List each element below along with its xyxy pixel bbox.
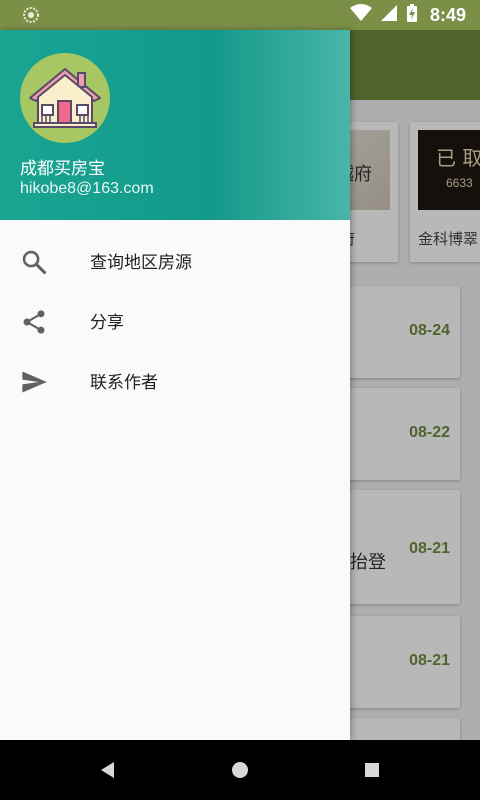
wifi-icon [349, 4, 372, 26]
send-icon [20, 368, 48, 396]
system-nav-bar [0, 740, 480, 800]
back-icon[interactable] [96, 758, 120, 782]
drawer-header: 成都买房宝 hikobe8@163.com [0, 30, 350, 220]
drawer-menu: 查询地区房源 分享 联系作者 [0, 230, 350, 410]
menu-item-contact[interactable]: 联系作者 [0, 350, 350, 410]
navigation-drawer: 成都买房宝 hikobe8@163.com 查询地区房源 分享 联系作者 [0, 30, 350, 740]
menu-item-search[interactable]: 查询地区房源 [0, 230, 350, 290]
notification-icon [22, 6, 40, 24]
house-avatar-icon [20, 53, 110, 143]
menu-item-label: 分享 [90, 312, 124, 333]
menu-item-share[interactable]: 分享 [0, 290, 350, 350]
clock: 8:49 [429, 4, 466, 25]
menu-item-label: 联系作者 [90, 372, 158, 393]
status-bar: 8:49 [0, 0, 480, 30]
app-name: 成都买房宝 [20, 159, 105, 179]
share-icon [20, 308, 48, 336]
user-email: hikobe8@163.com [20, 180, 154, 197]
battery-icon [406, 3, 418, 27]
home-icon[interactable] [228, 758, 252, 782]
search-icon [20, 248, 48, 276]
signal-icon [380, 4, 398, 26]
recents-icon[interactable] [360, 758, 384, 782]
menu-item-label: 查询地区房源 [90, 252, 192, 273]
